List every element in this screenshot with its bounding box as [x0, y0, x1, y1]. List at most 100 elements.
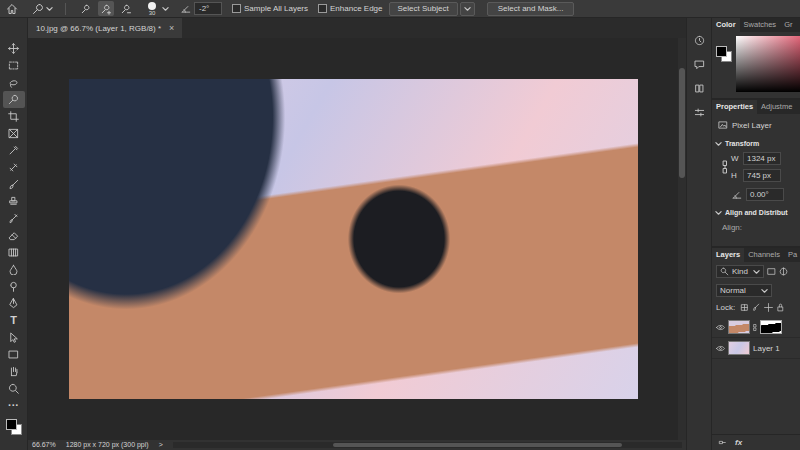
subtract-selection-icon [120, 3, 132, 15]
width-field[interactable]: 1324 px [743, 152, 781, 165]
checkbox-box[interactable] [232, 4, 241, 13]
status-bar: 66.67%1280 px x 720 px (300 ppi)> [28, 440, 686, 450]
tool-button[interactable] [3, 142, 25, 159]
document-tab[interactable]: 10.jpg @ 66.7% (Layer 1, RGB/8) *× [28, 18, 182, 38]
tool-button[interactable] [3, 380, 25, 397]
selection-mode-button[interactable] [78, 1, 94, 16]
color-field[interactable] [736, 36, 800, 92]
selection-mode-button[interactable] [118, 1, 134, 16]
tool-button[interactable] [3, 363, 25, 380]
layer-row[interactable] [712, 317, 800, 338]
tool-button[interactable] [3, 91, 25, 108]
align-label: Align: [712, 219, 800, 236]
height-field[interactable]: 745 px [743, 169, 781, 182]
angle-field[interactable]: 0.00° [746, 188, 784, 201]
marquee-icon [8, 60, 19, 71]
lock-all-icon[interactable] [776, 303, 785, 312]
tool-button[interactable] [3, 193, 25, 210]
selection-mode-button[interactable] [98, 1, 114, 16]
tool-preset-picker[interactable] [32, 3, 53, 15]
panel-tab[interactable]: Gr [780, 18, 796, 32]
link-layers-icon[interactable] [718, 438, 727, 447]
tool-button[interactable] [3, 57, 25, 74]
color-swatches[interactable] [4, 417, 24, 437]
angle-field[interactable]: -2° [194, 2, 222, 15]
status-menu-arrow[interactable]: > [159, 440, 163, 450]
lock-pixels-icon[interactable] [740, 303, 749, 312]
image-filter-icon[interactable] [767, 267, 776, 276]
panel-button[interactable] [691, 32, 707, 48]
tool-button[interactable] [3, 40, 25, 57]
tool-button[interactable] [3, 176, 25, 193]
tool-button[interactable] [3, 261, 25, 278]
layer-row[interactable]: Layer 1 [712, 338, 800, 359]
select-subject-dropdown[interactable] [460, 2, 475, 16]
chevron-down-icon [753, 268, 760, 275]
zoom-level[interactable]: 66.67% [32, 440, 56, 450]
vertical-scrollbar[interactable] [678, 38, 686, 440]
horizontal-scrollbar[interactable] [173, 442, 682, 448]
type-icon: T [10, 315, 17, 326]
panel-button[interactable] [691, 56, 707, 72]
layer-filter-dropdown[interactable]: Kind [716, 265, 764, 278]
brush-tip-icon [148, 2, 156, 10]
brush-size-picker[interactable]: 30 [148, 2, 156, 16]
tool-button[interactable] [3, 329, 25, 346]
tool-button[interactable] [3, 159, 25, 176]
blend-mode-dropdown[interactable]: Normal [716, 284, 772, 297]
select-and-mask-button[interactable]: Select and Mask... [487, 2, 575, 16]
tool-button[interactable] [3, 210, 25, 227]
panel-tab[interactable]: Channels [744, 248, 784, 262]
close-icon[interactable]: × [169, 23, 174, 33]
home-icon[interactable] [6, 3, 18, 15]
chevron-icon [715, 140, 722, 147]
tool-button[interactable] [3, 74, 25, 91]
layer-filter-row: Kind [712, 262, 800, 281]
tool-button[interactable] [3, 125, 25, 142]
tool-button[interactable] [3, 295, 25, 312]
mask-thumbnail[interactable] [760, 320, 782, 334]
canvas[interactable] [28, 38, 678, 440]
chain-icon[interactable] [753, 323, 757, 332]
panel-tab[interactable]: Color [712, 18, 740, 32]
panel-tab[interactable]: Properties [712, 100, 757, 114]
fx-button[interactable]: fx [735, 438, 742, 447]
panel-tab[interactable]: Adjustme [757, 100, 796, 114]
transform-fields: W1324 pxH745 px [712, 150, 800, 184]
tool-button[interactable] [3, 227, 25, 244]
panel-button[interactable] [691, 80, 707, 96]
mini-color-swatches[interactable] [716, 46, 732, 62]
panel-tab[interactable]: Swatches [740, 18, 781, 32]
adjustment-filter-icon[interactable] [779, 267, 788, 276]
tool-button[interactable] [3, 346, 25, 363]
tool-button[interactable]: T [3, 312, 25, 329]
search-icon [720, 267, 729, 276]
layer-thumbnail [728, 320, 750, 334]
select-subject-button[interactable]: Select Subject [389, 2, 458, 16]
chevron-down-icon[interactable] [162, 5, 169, 12]
panel-button[interactable] [691, 104, 707, 120]
checkbox[interactable]: Sample All Layers [232, 4, 308, 13]
tool-button[interactable]: ··· [3, 397, 25, 414]
lock-row: Lock: [712, 300, 800, 315]
transform-section-header[interactable]: Transform [712, 134, 800, 150]
checkbox-box[interactable] [318, 4, 327, 13]
tool-button[interactable] [3, 278, 25, 295]
tool-button[interactable] [3, 108, 25, 125]
eye-icon[interactable] [716, 323, 725, 332]
layers-panel: LayersChannelsPa Kind Normal Lock: Layer 1 fx [712, 248, 800, 450]
scroll-thumb[interactable] [333, 443, 622, 447]
lock-position-icon[interactable] [764, 303, 773, 312]
checkbox[interactable]: Enhance Edge [318, 4, 383, 13]
panel-tab[interactable]: Pa [784, 248, 800, 262]
foreground-color-swatch[interactable] [716, 46, 727, 57]
lock-paint-icon[interactable] [752, 303, 761, 312]
eye-icon[interactable] [716, 344, 725, 353]
foreground-color-swatch[interactable] [6, 419, 17, 430]
scroll-thumb[interactable] [679, 68, 685, 178]
frame-icon [8, 128, 19, 139]
align-section-header[interactable]: Align and Distribut [712, 203, 800, 219]
link-icon[interactable] [722, 158, 728, 176]
panel-tab[interactable]: Layers [712, 248, 744, 262]
tool-button[interactable] [3, 244, 25, 261]
